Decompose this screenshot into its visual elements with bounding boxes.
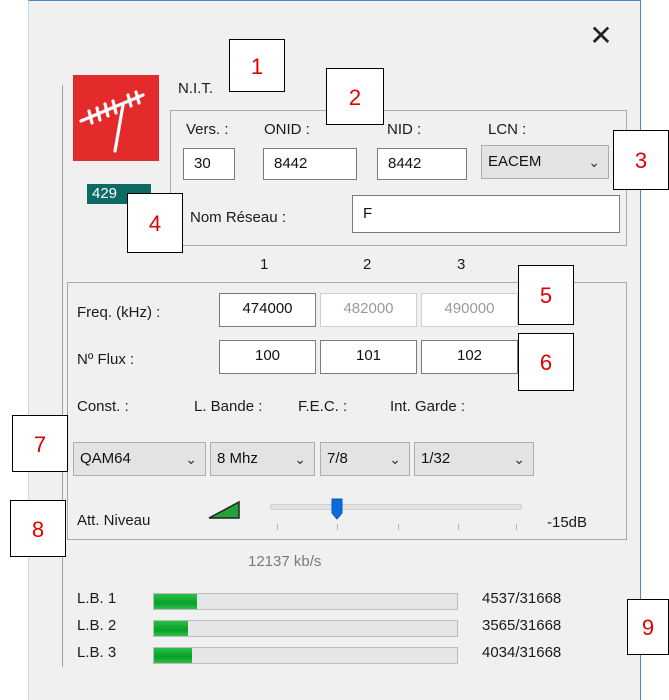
level-label: Att. Niveau [77,512,151,529]
guard-select-value: 1/32 [421,450,451,467]
chevron-down-icon: ⌄ [588,154,600,170]
level-value: -15dB [547,514,588,531]
callout-9: 9 [627,599,669,655]
level-slider-thumb[interactable] [331,498,343,520]
bar-value-3: 4034/31668 [482,644,562,661]
const-label: Const. : [77,398,129,415]
vertical-separator [62,85,63,667]
freq-field-1[interactable]: 474000 [219,293,316,327]
chevron-down-icon: ⌄ [513,451,525,467]
bandwidth-select[interactable]: 8 Mhz ⌄ [210,442,315,476]
antenna-icon [79,90,145,153]
onid-field[interactable]: 8442 [263,148,357,180]
fec-label: F.E.C. : [298,398,348,415]
guard-label: Int. Garde : [390,398,466,415]
bitrate-bar-2 [153,620,458,637]
onid-label: ONID : [264,121,310,138]
bitrate-bar-fill [154,648,193,663]
slider-tick [277,524,278,530]
column-header-2: 2 [363,256,372,273]
callout-1: 1 [229,39,285,92]
chevron-down-icon: ⌄ [389,451,401,467]
freq-field-3[interactable]: 490000 [421,293,518,327]
callout-7: 7 [12,415,68,472]
nid-field[interactable]: 8442 [377,148,467,180]
fec-select[interactable]: 7/8 ⌄ [320,442,410,476]
slider-tick [337,524,338,530]
signal-level-icon [208,500,240,519]
nid-label: NID : [387,121,422,138]
callout-2: 2 [326,68,384,125]
bandwidth-label: L. Bande : [194,398,263,415]
chevron-down-icon: ⌄ [294,451,306,467]
fec-select-value: 7/8 [327,450,348,467]
network-name-label: Nom Réseau : [190,209,286,226]
bitrate-total: 12137 kb/s [248,553,322,570]
flux-label: Nº Flux : [77,351,135,368]
bitrate-bar-fill [154,594,198,609]
lcn-label: LCN : [488,121,527,138]
bar-value-1: 4537/31668 [482,590,562,607]
freq-label: Freq. (kHz) : [77,304,161,321]
const-select[interactable]: QAM64 ⌄ [73,442,206,476]
vers-field[interactable]: 30 [183,148,235,180]
column-header-3: 3 [457,256,466,273]
lcn-select-value: EACEM [488,153,542,170]
flux-field-2[interactable]: 101 [320,340,417,374]
chevron-down-icon: ⌄ [185,451,197,467]
bitrate-bar-fill [154,621,189,636]
flux-field-3[interactable]: 102 [421,340,518,374]
flux-field-1[interactable]: 100 [219,340,316,374]
callout-8: 8 [10,500,66,557]
bar-label-2: L.B. 2 [77,617,117,634]
lcn-select[interactable]: EACEM ⌄ [481,145,609,179]
nit-title: N.I.T. [178,80,214,97]
callout-5: 5 [518,265,574,325]
callout-4: 4 [127,193,183,253]
network-name-field[interactable]: F [352,195,620,233]
slider-tick [398,524,399,530]
bandwidth-select-value: 8 Mhz [217,450,258,467]
antenna-logo [73,75,159,161]
slider-tick [516,524,517,530]
column-header-1: 1 [260,256,269,273]
close-icon[interactable]: ✕ [586,22,616,52]
bitrate-bar-3 [153,647,458,664]
slider-tick [458,524,459,530]
bar-label-3: L.B. 3 [77,644,117,661]
level-slider-track[interactable] [270,504,522,510]
vers-label: Vers. : [186,121,229,138]
callout-3: 3 [613,130,669,190]
bar-label-1: L.B. 1 [77,590,117,607]
const-select-value: QAM64 [80,450,131,467]
bar-value-2: 3565/31668 [482,617,562,634]
callout-6: 6 [518,333,574,391]
freq-field-2[interactable]: 482000 [320,293,417,327]
bitrate-bar-1 [153,593,458,610]
guard-select[interactable]: 1/32 ⌄ [414,442,534,476]
